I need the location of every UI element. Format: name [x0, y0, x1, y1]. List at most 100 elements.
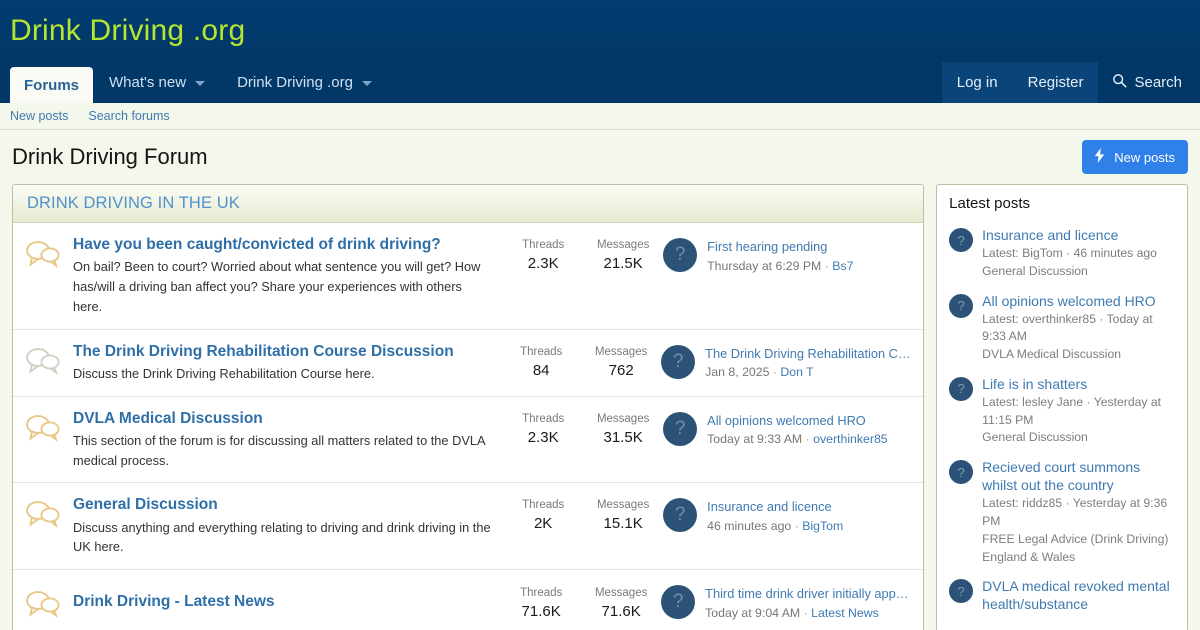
forum-row[interactable]: DVLA Medical Discussion This section of … [13, 397, 923, 484]
avatar[interactable]: ? [949, 228, 973, 252]
latest-post-title-link[interactable]: Insurance and licence [982, 226, 1157, 244]
last-post-title-link[interactable]: Insurance and licence [707, 498, 843, 517]
last-post-user-link[interactable]: BigTom [802, 519, 843, 533]
avatar[interactable]: ? [949, 377, 973, 401]
site-logo[interactable]: Drink Driving .org [10, 14, 245, 48]
forum-title-link[interactable]: DVLA Medical Discussion [73, 409, 491, 429]
latest-post-title-link[interactable]: All opinions welcomed HRO [982, 292, 1175, 310]
primary-navigation: Forums What's new Drink Driving .org Log… [0, 62, 1200, 103]
forum-description: Discuss the Drink Driving Rehabilitation… [73, 364, 489, 384]
forum-last-post: ? All opinions welcomed HRO Today at 9:3… [663, 409, 913, 449]
messages-stat: Messages 15.1K [583, 497, 663, 534]
latest-post-title-link[interactable]: Recieved court summons whilst out the co… [982, 458, 1175, 494]
messages-value: 762 [581, 360, 661, 381]
category-title[interactable]: DRINK DRIVING IN THE UK [27, 194, 240, 212]
subnav-link-new-posts[interactable]: New posts [10, 109, 68, 123]
avatar[interactable]: ? [663, 412, 697, 446]
threads-stat: Threads 2.3K [503, 237, 583, 274]
search-button[interactable]: Search [1098, 62, 1200, 103]
list-item[interactable]: ? All opinions welcomed HRO Latest: over… [949, 286, 1175, 369]
avatar[interactable]: ? [949, 579, 973, 603]
avatar[interactable]: ? [949, 294, 973, 318]
forum-row[interactable]: Drink Driving - Latest News Threads 71.6… [13, 570, 923, 630]
sidebar-column: Latest posts ? Insurance and licence Lat… [936, 184, 1188, 630]
latest-posts-block: Latest posts ? Insurance and licence Lat… [936, 184, 1188, 630]
last-post-text: First hearing pending Thursday at 6:29 P… [707, 238, 853, 275]
nav-tab-forums[interactable]: Forums [10, 67, 93, 103]
last-post-title-link[interactable]: First hearing pending [707, 238, 853, 257]
list-item[interactable]: ? DVLA medical revoked mental health/sub… [949, 571, 1175, 618]
threads-label: Threads [501, 585, 581, 601]
new-posts-button[interactable]: New posts [1082, 140, 1188, 174]
forum-icon-unread [25, 235, 73, 269]
avatar[interactable]: ? [661, 345, 695, 379]
threads-value: 2.3K [503, 427, 583, 448]
messages-value: 15.1K [583, 513, 663, 534]
forum-row[interactable]: The Drink Driving Rehabilitation Course … [13, 330, 923, 397]
messages-value: 21.5K [583, 253, 663, 274]
last-post-title-link[interactable]: The Drink Driving Rehabilitation Cou... [705, 345, 913, 364]
latest-post-title-link[interactable]: DVLA medical revoked mental health/subst… [982, 577, 1175, 613]
login-button[interactable]: Log in [942, 62, 1013, 103]
last-post-time: 46 minutes ago [707, 519, 791, 533]
messages-stat: Messages 71.6K [581, 585, 661, 622]
forum-title-link[interactable]: The Drink Driving Rehabilitation Course … [73, 342, 489, 362]
threads-label: Threads [501, 344, 581, 360]
forum-stats: Threads 2.3K Messages 21.5K [503, 235, 663, 274]
nav-tab-whats-new-label: What's new [109, 74, 186, 91]
meta-separator: · [804, 606, 808, 620]
last-post-meta: Thursday at 6:29 PM · Bs7 [707, 257, 853, 275]
nav-tab-drink-driving-org[interactable]: Drink Driving .org [221, 62, 388, 103]
last-post-meta: Today at 9:04 AM · Latest News [705, 604, 913, 622]
avatar[interactable]: ? [663, 238, 697, 272]
forum-row[interactable]: General Discussion Discuss anything and … [13, 483, 923, 570]
forum-info: Have you been caught/convicted of drink … [73, 235, 503, 317]
messages-label: Messages [581, 344, 661, 360]
messages-label: Messages [583, 497, 663, 513]
last-post-user-link[interactable]: overthinker85 [813, 432, 888, 446]
last-post-title-link[interactable]: Third time drink driver initially appea.… [705, 585, 913, 604]
list-item[interactable]: ? Recieved court summons whilst out the … [949, 452, 1175, 571]
forum-info: The Drink Driving Rehabilitation Course … [73, 342, 501, 384]
register-button[interactable]: Register [1013, 62, 1099, 103]
messages-value: 31.5K [583, 427, 663, 448]
last-post-title-link[interactable]: All opinions welcomed HRO [707, 412, 888, 431]
avatar[interactable]: ? [663, 498, 697, 532]
forum-last-post: ? Insurance and licence 46 minutes ago ·… [663, 495, 913, 535]
latest-post-title-link[interactable]: Life is in shatters [982, 375, 1175, 393]
last-post-user-link[interactable]: Bs7 [832, 259, 853, 273]
subnav-link-search-forums[interactable]: Search forums [88, 109, 169, 123]
latest-post-forum: General Discussion [982, 429, 1175, 447]
nav-tab-list: Forums What's new Drink Driving .org [0, 62, 388, 103]
forum-title-link[interactable]: General Discussion [73, 495, 491, 515]
threads-stat: Threads 2.3K [503, 411, 583, 448]
site-header: Drink Driving .org [0, 0, 1200, 62]
nav-tab-whats-new[interactable]: What's new [93, 62, 221, 103]
forum-last-post: ? The Drink Driving Rehabilitation Cou..… [661, 342, 913, 382]
latest-post-forum: General Discussion [982, 263, 1157, 281]
last-post-time: Thursday at 6:29 PM [707, 259, 821, 273]
forum-description: This section of the forum is for discuss… [73, 431, 491, 471]
new-posts-button-label: New posts [1114, 150, 1175, 165]
nav-right-group: Log in Register Search [942, 62, 1200, 103]
register-label: Register [1028, 74, 1084, 91]
lightning-bolt-icon [1093, 148, 1106, 166]
latest-post-meta: Latest: riddz85 · Yesterday at 9:36 PM [982, 495, 1175, 530]
forum-row[interactable]: Have you been caught/convicted of drink … [13, 223, 923, 330]
threads-value: 2K [503, 513, 583, 534]
threads-value: 71.6K [501, 601, 581, 622]
avatar[interactable]: ? [949, 460, 973, 484]
forum-title-link[interactable]: Have you been caught/convicted of drink … [73, 235, 491, 255]
chevron-down-icon [362, 81, 372, 86]
list-item[interactable]: ? Insurance and licence Latest: BigTom ·… [949, 220, 1175, 286]
latest-post-meta: Latest: overthinker85 · Today at 9:33 AM [982, 311, 1175, 346]
forum-icon-read [25, 342, 73, 376]
avatar[interactable]: ? [661, 585, 695, 619]
forum-title-link[interactable]: Drink Driving - Latest News [73, 592, 489, 612]
forum-stats: Threads 71.6K Messages 71.6K [501, 583, 661, 622]
messages-label: Messages [581, 585, 661, 601]
list-item[interactable]: ? Life is in shatters Latest: lesley Jan… [949, 369, 1175, 452]
latest-post-forum: FREE Legal Advice (Drink Driving) Englan… [982, 531, 1175, 566]
last-post-user-link[interactable]: Latest News [811, 606, 879, 620]
last-post-user-link[interactable]: Don T [780, 365, 813, 379]
